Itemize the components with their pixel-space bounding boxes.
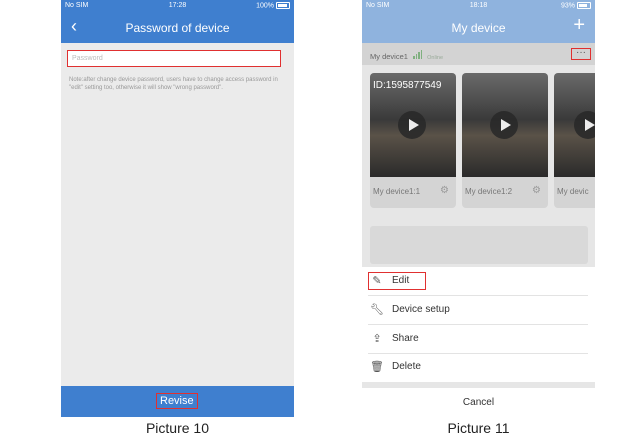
menu-item-device-setup[interactable]: 🔧︎ Device setup (368, 296, 588, 325)
online-status: Online (427, 55, 444, 61)
battery-icon (276, 2, 290, 9)
camera-id: ID:1595877549 (373, 80, 442, 91)
revise-bar: Revise (61, 386, 294, 417)
menu-item-label: Share (392, 333, 419, 344)
camera-label: My device1:1 (373, 187, 421, 196)
camera-list: ID:1595877549 My device1:1 ⚙ My device1:… (370, 73, 595, 208)
nav-bar: ‹ Password of device (61, 12, 294, 43)
note-text: Note:after change device password, users… (69, 77, 278, 91)
battery-label: 93% (560, 2, 575, 10)
trash-icon: 🗑︎ (370, 361, 384, 373)
share-icon: ⇪ (372, 333, 382, 345)
plus-icon[interactable]: + (573, 14, 585, 37)
battery-label: 100% (256, 2, 274, 10)
cancel-button[interactable]: Cancel (362, 388, 595, 417)
signal-icon (413, 50, 423, 61)
camera-card[interactable]: My device1:2 ⚙ (462, 73, 548, 208)
page-title: My device (451, 21, 506, 35)
gear-icon[interactable]: ⚙ (532, 185, 541, 196)
pencil-icon: ✎ (372, 275, 382, 287)
nav-bar: My device + (362, 12, 595, 43)
camera-thumbnail: ID:1595877549 (370, 73, 456, 177)
gear-icon[interactable]: ⚙ (440, 185, 449, 196)
battery-indicator: 100% (256, 2, 290, 9)
device-name-row: My device1 Online (370, 50, 443, 61)
menu-item-label: Device setup (392, 304, 450, 315)
camera-thumbnail (462, 73, 548, 177)
camera-label: My device1:2 (465, 187, 513, 196)
play-icon[interactable] (574, 111, 595, 139)
device-header: My device1 Online ··· (362, 43, 595, 65)
more-dots-icon[interactable]: ··· (571, 48, 591, 60)
phone-picture-11: No SIM 18:18 93% My device + My device1 … (362, 0, 595, 417)
camera-thumbnail (554, 73, 595, 177)
camera-label: My devic (557, 187, 589, 196)
camera-card[interactable]: ID:1595877549 My device1:1 ⚙ (370, 73, 456, 208)
password-input[interactable]: Password (67, 50, 281, 67)
device-name: My device1 (370, 52, 408, 61)
play-icon[interactable] (398, 111, 426, 139)
battery-indicator: 93% (561, 2, 591, 9)
menu-item-label: Delete (392, 361, 421, 372)
camera-card[interactable]: My devic (554, 73, 595, 208)
menu-item-delete[interactable]: 🗑︎ Delete (368, 353, 588, 381)
action-sheet: ✎ Edit 🔧︎ Device setup ⇪ Share 🗑︎ Delete (362, 267, 595, 382)
status-bar: No SIM 18:18 93% (362, 0, 595, 12)
menu-item-label: Edit (392, 275, 410, 286)
phone-picture-10: No SIM 17:28 100% ‹ Password of device P… (61, 0, 294, 417)
menu-item-share[interactable]: ⇪ Share (368, 325, 588, 354)
page-title: Password of device (125, 21, 230, 35)
caption-picture-11: Picture 11 (447, 420, 510, 436)
menu-item-edit[interactable]: ✎ Edit (368, 267, 588, 296)
wrench-icon: 🔧︎ (370, 304, 384, 316)
battery-icon (577, 2, 591, 9)
revise-button[interactable]: Revise (156, 393, 198, 409)
placeholder-card (370, 226, 588, 264)
caption-picture-10: Picture 10 (145, 420, 210, 436)
play-icon[interactable] (490, 111, 518, 139)
status-bar: No SIM 17:28 100% (61, 0, 294, 12)
